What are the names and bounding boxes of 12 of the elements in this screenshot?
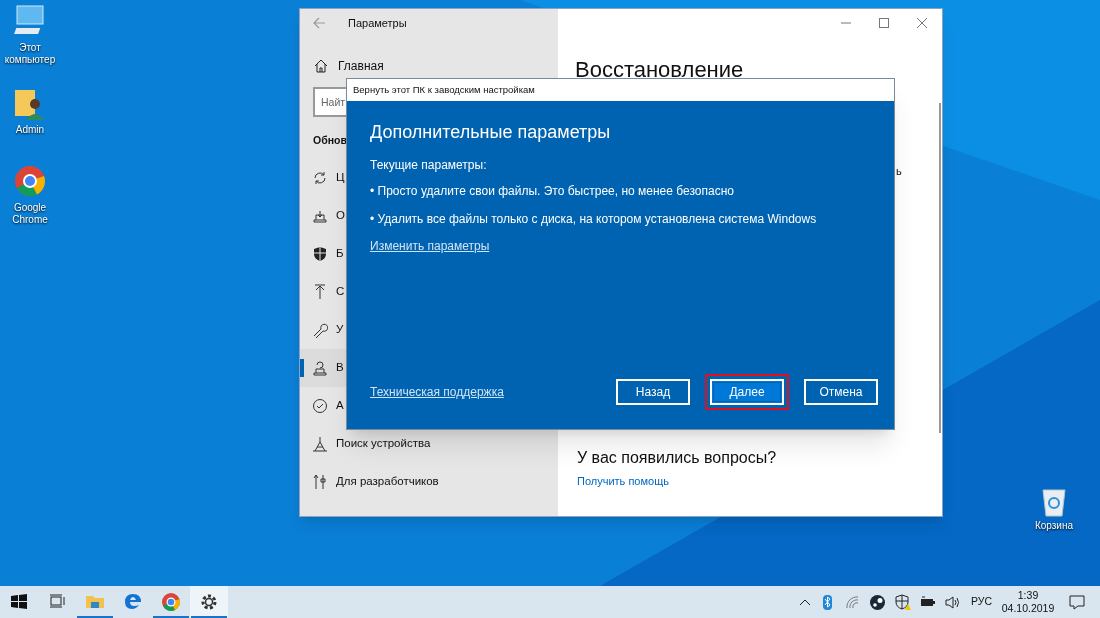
page-title: Восстановление [575, 56, 745, 84]
help-heading: У вас появились вопросы? [577, 448, 777, 468]
window-title: Параметры [348, 15, 407, 31]
settings-bullet: • Удалить все файлы только с диска, на котором установлена система Windows [370, 211, 818, 228]
current-settings-label: Текущие параметры: [370, 157, 488, 174]
clock-time: 1:39 [1017, 589, 1039, 602]
text-fragment: ь [896, 164, 902, 179]
section-heading: Обнов [313, 133, 347, 148]
dialog-heading: Дополнительные параметры [370, 121, 612, 144]
dialog-title: Вернуть этот ПК к заводским настройкам [353, 82, 535, 97]
settings-bullet: • Просто удалите свои файлы. Это быстрее, но менее безопасно [370, 183, 735, 200]
clock-date: 04.10.2019 [1001, 602, 1055, 615]
